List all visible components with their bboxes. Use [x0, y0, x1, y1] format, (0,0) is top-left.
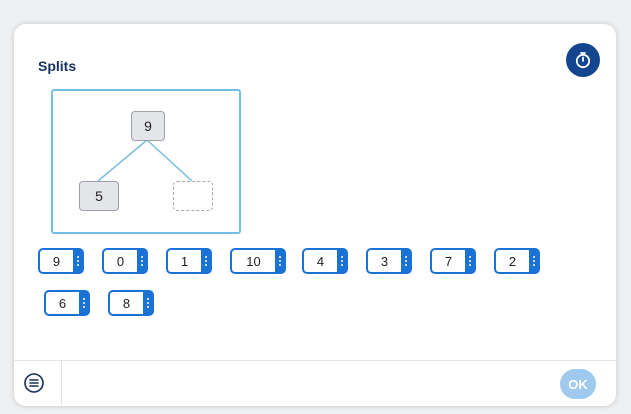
number-chip[interactable]: 6: [44, 290, 90, 316]
drag-handle-icon[interactable]: [465, 250, 474, 272]
chip-value: 2: [508, 253, 517, 269]
drag-handle-icon[interactable]: [79, 292, 88, 314]
number-chip[interactable]: 2: [494, 248, 540, 274]
menu-button[interactable]: [22, 371, 46, 395]
chip-value: 3: [380, 253, 389, 269]
number-chip[interactable]: 9: [38, 248, 84, 274]
footer-divider: [61, 361, 62, 406]
chip-value: 1: [180, 253, 189, 269]
chip-value: 8: [122, 295, 131, 311]
split-diagram: 9 5: [51, 89, 241, 234]
number-chip[interactable]: 7: [430, 248, 476, 274]
timer-button[interactable]: [566, 43, 600, 77]
drag-handle-icon[interactable]: [73, 250, 82, 272]
chip-value: 6: [58, 295, 67, 311]
stopwatch-icon: [575, 52, 591, 69]
chip-value: 10: [246, 253, 261, 269]
ok-button[interactable]: OK: [560, 369, 596, 399]
number-chip[interactable]: 1: [166, 248, 212, 274]
drag-handle-icon[interactable]: [529, 250, 538, 272]
number-chip[interactable]: 8: [108, 290, 154, 316]
chip-value: 0: [116, 253, 125, 269]
drag-handle-icon[interactable]: [137, 250, 146, 272]
drag-handle-icon[interactable]: [401, 250, 410, 272]
activity-card: Splits 9 5 9 0 1 10 4 3 7 2 6 8 OK: [14, 24, 616, 406]
number-chip[interactable]: 0: [102, 248, 148, 274]
part-box-left: 5: [79, 181, 119, 211]
drag-handle-icon[interactable]: [143, 292, 152, 314]
page-title: Splits: [38, 58, 77, 74]
chip-value: 4: [316, 253, 325, 269]
number-chip[interactable]: 10: [230, 248, 286, 274]
drag-handle-icon[interactable]: [275, 250, 284, 272]
part-drop-target[interactable]: [173, 181, 213, 211]
drag-handle-icon[interactable]: [337, 250, 346, 272]
number-chip[interactable]: 3: [366, 248, 412, 274]
whole-box: 9: [131, 111, 165, 141]
footer-bar: OK: [14, 360, 616, 406]
menu-icon: [24, 373, 44, 393]
drag-handle-icon[interactable]: [201, 250, 210, 272]
chip-value: 7: [444, 253, 453, 269]
number-chip[interactable]: 4: [302, 248, 348, 274]
chip-value: 9: [52, 253, 61, 269]
